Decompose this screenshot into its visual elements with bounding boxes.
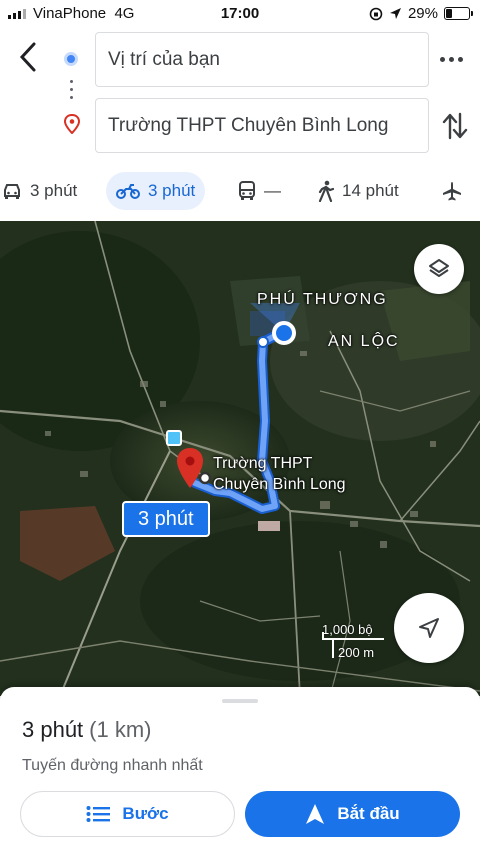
route-note: Tuyến đường nhanh nhất: [22, 757, 203, 774]
status-bar: VinaPhone 4G 17:00 29%: [0, 0, 480, 28]
orientation-lock-icon: [369, 7, 383, 20]
location-arrow-icon: [389, 8, 401, 19]
destination-map-label[interactable]: Trường THPT Chuyên Bình Long: [213, 453, 346, 495]
walk-icon: [318, 180, 334, 202]
area-label-phu-thuong: PHÚ THƯƠNG: [257, 291, 388, 308]
navigation-arrow-icon: [419, 618, 439, 638]
start-button[interactable]: Bắt đầu: [245, 791, 460, 837]
map-view[interactable]: PHÚ THƯƠNG AN LỘC Trường THPT Chuyên Bìn…: [0, 221, 480, 696]
steps-button-label: Bước: [122, 804, 169, 823]
eta-badge[interactable]: 3 phút: [122, 501, 210, 537]
layers-button[interactable]: [414, 244, 464, 294]
battery-percent: 29%: [407, 5, 438, 22]
steps-button[interactable]: Bước: [20, 791, 235, 837]
route-distance: (1 km): [89, 717, 152, 742]
mode-transit-label: —: [264, 181, 281, 200]
scale-imperial: 1,000 bộ: [322, 622, 373, 637]
scale-metric: 200 m: [338, 645, 375, 660]
recenter-button[interactable]: [394, 593, 464, 663]
motorbike-icon: [116, 184, 140, 199]
origin-field[interactable]: Vị trí của bạn: [95, 32, 429, 87]
mode-drive[interactable]: 3 phút: [0, 172, 87, 210]
sheet-drag-handle[interactable]: [222, 699, 258, 703]
destination-field[interactable]: Trường THPT Chuyên Bình Long: [95, 98, 429, 153]
bus-icon: [239, 181, 255, 200]
route-summary: 3 phút (1 km): [22, 717, 152, 743]
bus-stop-icon[interactable]: [166, 430, 182, 446]
current-location-icon: [250, 303, 300, 345]
area-label-an-loc: AN LỘC: [328, 333, 400, 350]
swap-icon[interactable]: [440, 110, 470, 142]
route-summary-sheet: 3 phút (1 km) Tuyến đường nhanh nhất Bước…: [0, 687, 480, 853]
mode-motorbike[interactable]: 3 phút: [106, 172, 206, 210]
list-icon: [86, 806, 111, 822]
car-icon: [4, 184, 20, 199]
mode-walk[interactable]: 14 phút: [308, 172, 409, 210]
mode-drive-label: 3 phút: [30, 181, 78, 200]
battery-icon: [444, 7, 473, 20]
mode-transit[interactable]: —: [228, 172, 291, 210]
travel-mode-bar: 3 phút 3 phút — 14 phút: [0, 172, 480, 212]
mode-flight[interactable]: [432, 172, 472, 210]
more-options-icon[interactable]: [440, 50, 470, 68]
start-button-label: Bắt đầu: [337, 804, 400, 823]
mode-walk-label: 14 phút: [342, 181, 399, 200]
airplane-icon: [443, 182, 461, 201]
route-connector-dots: [70, 80, 73, 104]
navigation-start-icon: [306, 804, 325, 824]
route-duration: 3 phút: [22, 717, 84, 742]
layers-icon: [429, 259, 449, 277]
mode-motorbike-label: 3 phút: [148, 181, 196, 200]
back-arrow-icon[interactable]: [14, 40, 44, 74]
destination-label-line1: Trường THPT: [213, 455, 313, 472]
origin-dot-icon: [64, 52, 78, 66]
destination-label-line2: Chuyên Bình Long: [213, 476, 346, 493]
destination-marker-icon: [177, 448, 203, 488]
destination-pin-icon: [63, 114, 81, 134]
